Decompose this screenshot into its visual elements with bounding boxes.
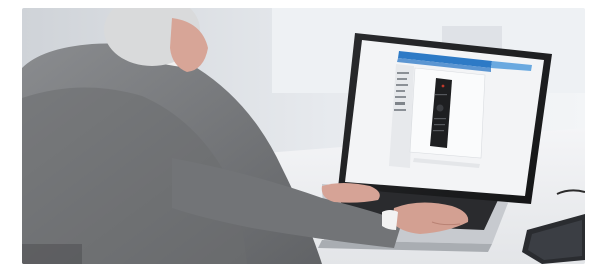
shirt-cuff xyxy=(382,210,398,230)
sidebar-item xyxy=(396,90,405,92)
sidebar-item xyxy=(397,72,409,74)
sidebar-item xyxy=(395,96,406,98)
dpad-icon xyxy=(436,104,444,112)
office-scene xyxy=(22,8,585,264)
sidebar-item xyxy=(396,84,408,86)
chair xyxy=(22,244,82,264)
sidebar-item xyxy=(394,109,406,111)
photo xyxy=(22,8,585,264)
sidebar-item xyxy=(397,78,407,80)
power-button-icon xyxy=(441,84,445,88)
sidebar-item xyxy=(395,102,405,105)
